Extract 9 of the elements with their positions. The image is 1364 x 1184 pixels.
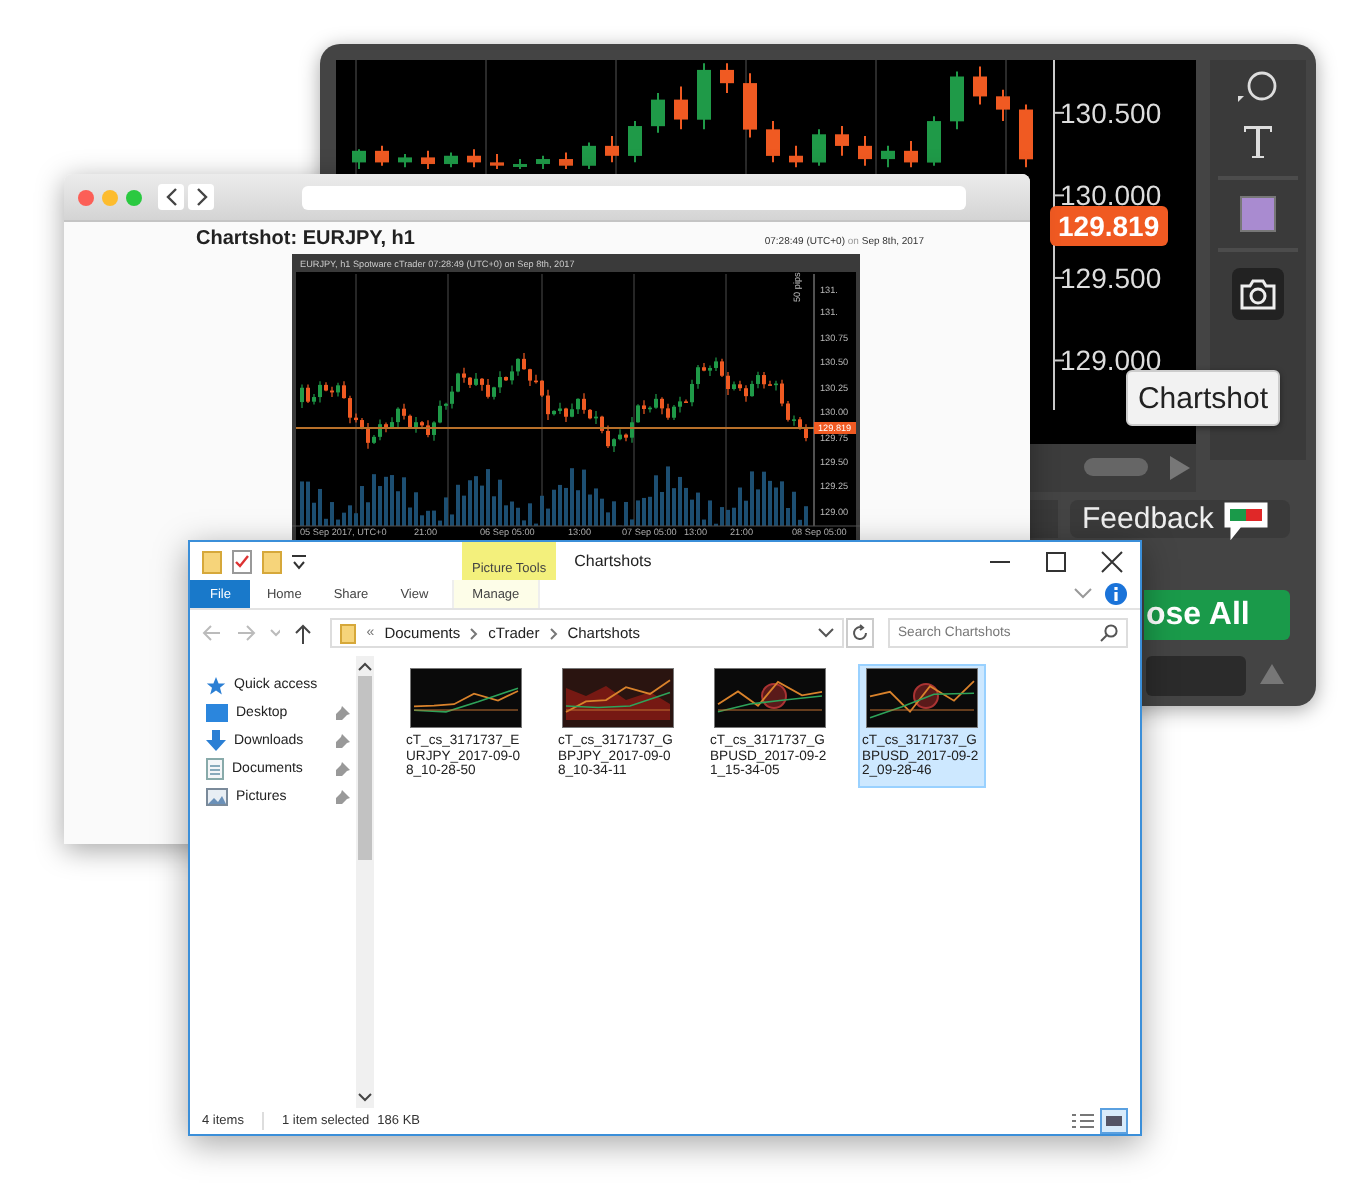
tooltip: Chartshot (1126, 370, 1280, 426)
close-all-button[interactable]: ose All (1144, 590, 1290, 640)
page-title: Chartshot: EURJPY, h1 (196, 228, 415, 252)
feedback-button[interactable]: Feedback (1070, 500, 1290, 538)
current-price-tag: 129.819 (1050, 206, 1168, 246)
window-title: Chartshots (574, 552, 652, 570)
price-label: 130.000 (1060, 179, 1162, 212)
price-label: 130.500 (1060, 96, 1162, 129)
price-label: 129.500 (1060, 261, 1162, 294)
